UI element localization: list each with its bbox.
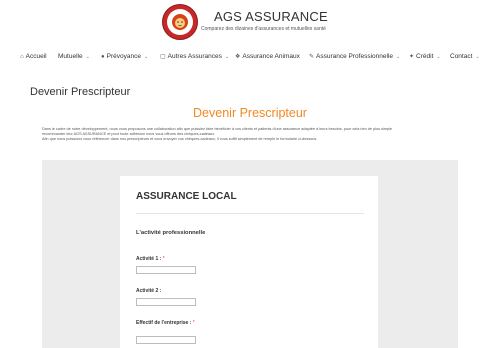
company-size-input[interactable] — [136, 336, 196, 344]
brand-subtitle: Comparez des dizaines d'assurances et mu… — [201, 26, 326, 32]
site-header: AGS ASSURANCE Comparez des dizaines d'as… — [0, 0, 500, 42]
required-mark: * — [162, 256, 165, 262]
main-navigation: ⌂ Accueil Mutuelle ⌄ ● Prévoyance ⌄ ▢ Au… — [0, 50, 500, 64]
field-label-text: Activité 2 : — [136, 288, 162, 294]
chevron-down-icon: ⌄ — [85, 53, 90, 60]
nav-label: Accueil — [25, 53, 47, 60]
wrench-icon: ✎ — [309, 54, 315, 60]
nav-label: Crédit — [416, 53, 434, 60]
activity-2-input[interactable] — [136, 298, 196, 306]
form-section-title: L'activité professionnelle — [136, 230, 206, 236]
person-icon: ● — [101, 53, 105, 60]
form-title: ASSURANCE LOCAL — [136, 191, 237, 202]
activity-1-label: Activité 1 : * — [136, 256, 165, 262]
home-icon: ⌂ — [20, 53, 24, 60]
nav-item-prevoyance[interactable]: ● Prévoyance ⌄ — [101, 53, 148, 60]
nav-item-assurance-professionnelle[interactable]: ✎ Assurance Professionnelle ⌄ — [309, 53, 400, 60]
lion-head-icon — [172, 14, 188, 30]
form-divider — [136, 213, 364, 214]
chevron-down-icon: ⌄ — [143, 53, 149, 60]
nav-item-contact[interactable]: Contact ⌄ — [450, 53, 480, 60]
paw-icon: ❖ — [235, 54, 241, 60]
company-size-label: Effectif de l'entreprise : * — [136, 320, 195, 326]
activity-1-input[interactable] — [136, 266, 196, 274]
logo-emblem — [167, 9, 193, 35]
nav-label: Contact — [450, 53, 473, 60]
nav-item-accueil[interactable]: ⌂ Accueil — [20, 53, 47, 60]
chevron-down-icon: ⌄ — [436, 53, 441, 60]
field-label-text: Effectif de l'entreprise : — [136, 320, 192, 326]
nav-label: Assurance Animaux — [242, 53, 300, 60]
lion-logo-icon[interactable] — [162, 4, 198, 40]
chevron-down-icon: ⌄ — [396, 53, 401, 60]
nav-label: Prévoyance — [106, 53, 141, 60]
intro-text: Dans le cadre de notre développement, no… — [42, 127, 462, 143]
nav-label: Mutuelle — [58, 53, 83, 60]
page-title: Devenir Prescripteur — [30, 86, 131, 98]
square-icon: ▢ — [160, 54, 166, 60]
required-mark: * — [192, 320, 195, 326]
brand-title[interactable]: AGS ASSURANCE — [214, 9, 328, 24]
nav-item-assurance-animaux[interactable]: ❖ Assurance Animaux — [235, 53, 300, 60]
nav-item-autres-assurances[interactable]: ▢ Autres Assurances ⌄ — [160, 53, 229, 60]
nav-label: Assurance Professionnelle — [316, 53, 393, 60]
nav-item-mutuelle[interactable]: Mutuelle ⌄ — [58, 53, 90, 60]
nav-item-credit[interactable]: ✦ Crédit ⌄ — [409, 53, 441, 60]
chevron-down-icon: ⌄ — [475, 53, 480, 60]
field-label-text: Activité 1 : — [136, 256, 162, 262]
nav-label: Autres Assurances — [167, 53, 222, 60]
chevron-down-icon: ⌄ — [224, 53, 230, 60]
activity-2-label: Activité 2 : — [136, 288, 161, 294]
section-title: Devenir Prescripteur — [193, 106, 307, 120]
intro-paragraph: Afin que nous puissions vous référencer … — [42, 137, 318, 142]
tag-icon: ✦ — [409, 54, 415, 60]
